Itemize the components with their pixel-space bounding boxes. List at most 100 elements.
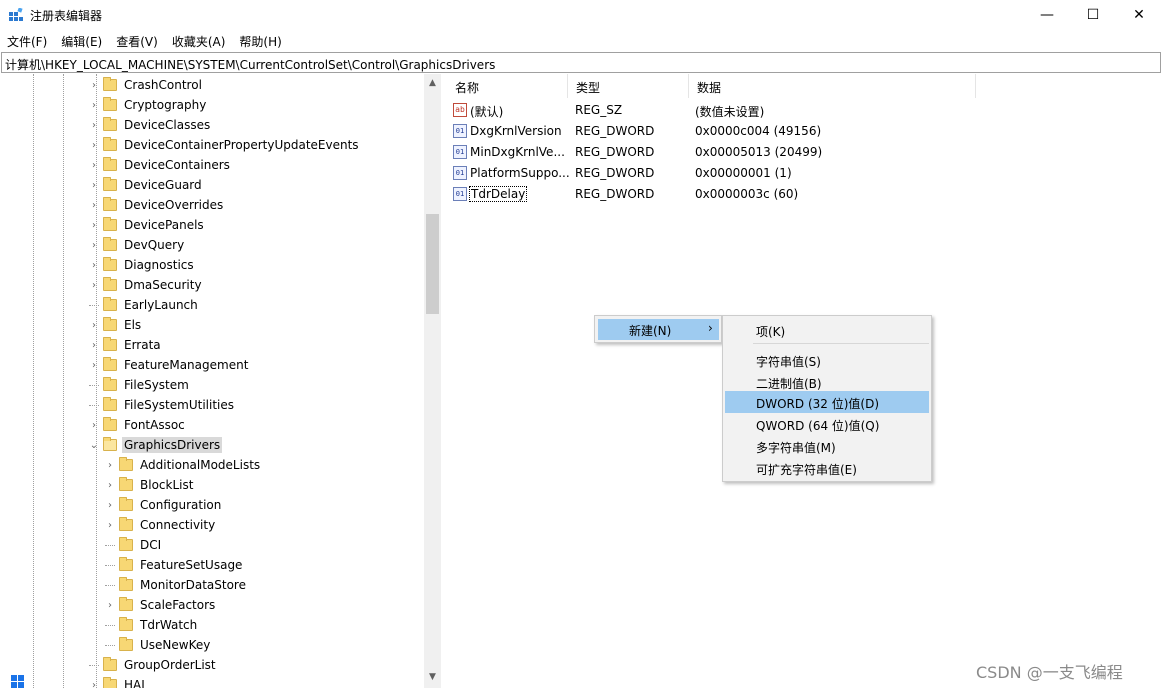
context-menu-new[interactable]: 新建(N) › [598,319,719,340]
tree-item[interactable]: ⌄ GraphicsDrivers [89,435,223,455]
submenu-item[interactable]: 二进制值(B) [725,371,929,393]
chevron-right-icon[interactable]: › [89,75,99,95]
value-row[interactable]: 01 PlatformSuppo... REG_DWORD 0x00000001 (1… [447,163,977,184]
tree-item-label: FileSystemUtilities [124,398,234,412]
tree-item-label: Configuration [140,498,222,512]
submenu-item[interactable]: 可扩充字符串值(E) [725,457,929,479]
tree-item[interactable]: MonitorDataStore [105,575,248,595]
address-bar[interactable]: 计算机\HKEY_LOCAL_MACHINE\SYSTEM\CurrentCon… [1,52,1161,73]
chevron-right-icon[interactable]: › [89,175,99,195]
chevron-right-icon[interactable]: › [89,215,99,235]
tree-item[interactable]: › DevQuery [89,235,186,255]
chevron-right-icon[interactable]: › [89,195,99,215]
chevron-right-icon[interactable]: › [105,495,115,515]
chevron-right-icon[interactable]: › [89,355,99,375]
tree-item-label: ScaleFactors [140,598,216,612]
menu-favorites[interactable]: 收藏夹(A) [165,30,233,51]
value-row[interactable]: 01 DxgKrnlVersion REG_DWORD 0x0000c004 (491… [447,121,977,142]
chevron-right-icon[interactable]: › [89,255,99,275]
tree-item[interactable]: › AdditionalModeLists [105,455,262,475]
value-name: PlatformSuppo... [470,166,570,180]
chevron-right-icon[interactable]: › [89,155,99,175]
chevron-right-icon[interactable]: › [89,275,99,295]
tree-leaf-spacer [105,564,115,566]
tree-item[interactable]: FileSystem [89,375,191,395]
tree-item[interactable]: TdrWatch [105,615,199,635]
value-data: 0x0000c004 (49156) [695,124,822,138]
column-header-data[interactable]: 数据 [689,74,976,98]
tree-scrollbar[interactable] [424,74,441,688]
chevron-right-icon[interactable]: › [89,675,99,688]
tree-item[interactable]: › ScaleFactors [105,595,217,615]
menu-help[interactable]: 帮助(H) [232,30,288,51]
windows-start-icon[interactable] [11,675,25,688]
tree-item[interactable]: › Diagnostics [89,255,196,275]
value-type: REG_SZ [575,103,623,117]
tree-item[interactable]: UseNewKey [105,635,212,655]
chevron-right-icon[interactable]: › [105,455,115,475]
chevron-right-icon[interactable]: › [89,95,99,115]
tree-item[interactable]: FileSystemUtilities [89,395,236,415]
submenu-item[interactable]: 项(K) [725,319,929,341]
menu-view[interactable]: 查看(V) [109,30,165,51]
tree-item[interactable]: › DeviceClasses [89,115,212,135]
tree-item[interactable]: FeatureSetUsage [105,555,244,575]
tree-item[interactable]: › Connectivity [105,515,217,535]
submenu-item[interactable]: DWORD (32 位)值(D) [725,391,929,413]
submenu-item[interactable]: QWORD (64 位)值(Q) [725,413,929,435]
submenu-separator [753,343,929,344]
tree-item[interactable]: › BlockList [105,475,195,495]
chevron-right-icon[interactable]: › [89,135,99,155]
tree-item[interactable]: › FontAssoc [89,415,187,435]
chevron-right-icon[interactable]: › [89,415,99,435]
value-name: (默认) [470,105,504,119]
menu-edit[interactable]: 编辑(E) [54,30,109,51]
tree-item[interactable]: GroupOrderList [89,655,218,675]
binary-value-icon: 01 [453,166,467,180]
value-row[interactable]: 01 TdrDelay REG_DWORD 0x0000003c (60) [447,184,977,205]
tree-item[interactable]: DCI [105,535,163,555]
chevron-right-icon[interactable]: › [89,315,99,335]
scroll-up-arrow-icon[interactable]: ▲ [424,74,441,91]
folder-icon [103,397,117,411]
menu-file[interactable]: 文件(F) [0,30,54,51]
tree-item[interactable]: › DevicePanels [89,215,206,235]
tree-item[interactable]: › DeviceContainerPropertyUpdateEvents [89,135,361,155]
tree-scrollbar-thumb[interactable] [426,214,439,314]
tree-item[interactable]: › HAL [89,675,150,688]
tree-item[interactable]: › Configuration [105,495,223,515]
value-row[interactable]: 01 MinDxgKrnlVe... REG_DWORD 0x00005013 (20… [447,142,977,163]
close-button[interactable]: ✕ [1116,0,1162,30]
column-header-type[interactable]: 类型 [568,74,689,98]
tree-item-label: GraphicsDrivers [122,437,223,453]
chevron-down-icon[interactable]: ⌄ [89,435,99,455]
tree-item[interactable]: › Els [89,315,143,335]
tree-item[interactable]: › CrashControl [89,75,204,95]
tree-item[interactable]: › DeviceContainers [89,155,232,175]
chevron-right-icon[interactable]: › [105,475,115,495]
chevron-right-icon[interactable]: › [105,515,115,535]
tree-leaf-spacer [105,584,115,586]
scroll-down-arrow-icon[interactable]: ▼ [424,668,441,685]
folder-icon [103,157,117,171]
tree-item-label: Errata [124,338,161,352]
tree-item[interactable]: › DeviceOverrides [89,195,225,215]
tree-item[interactable]: › Cryptography [89,95,208,115]
chevron-right-icon[interactable]: › [105,595,115,615]
value-row[interactable]: ab (默认) REG_SZ (数值未设置) [447,100,977,121]
submenu-item[interactable]: 字符串值(S) [725,349,929,371]
tree-item[interactable]: › Errata [89,335,163,355]
tree-item[interactable]: › DeviceGuard [89,175,204,195]
tree-item[interactable]: › DmaSecurity [89,275,204,295]
maximize-button[interactable]: ☐ [1070,0,1116,30]
tree-leaf-spacer [89,664,99,666]
submenu-item[interactable]: 多字符串值(M) [725,435,929,457]
chevron-right-icon[interactable]: › [89,235,99,255]
column-header-name[interactable]: 名称 [447,74,568,98]
tree-item[interactable]: EarlyLaunch [89,295,200,315]
minimize-button[interactable]: — [1024,0,1070,30]
chevron-right-icon[interactable]: › [89,335,99,355]
tree-guide-line [63,74,64,688]
chevron-right-icon[interactable]: › [89,115,99,135]
tree-item[interactable]: › FeatureManagement [89,355,250,375]
